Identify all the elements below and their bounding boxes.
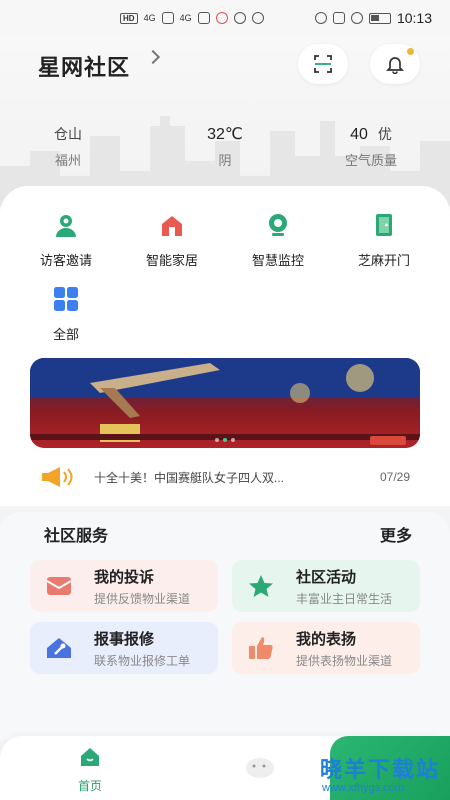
visitor-icon — [49, 208, 83, 242]
weather-condition: 阴 — [218, 153, 232, 168]
district-label: 仓山 — [54, 126, 82, 142]
notification-button[interactable] — [370, 44, 420, 84]
sheep-icon — [246, 758, 274, 778]
open-door-button[interactable]: 芝麻开门 — [336, 208, 432, 269]
status-right: 10:13 — [314, 10, 432, 26]
service-repair[interactable]: 报事报修 联系物业报修工单 — [30, 622, 218, 674]
signal-4g-label: 4G — [143, 13, 156, 23]
star-icon — [246, 572, 276, 600]
service-complaint-title: 我的投诉 — [94, 569, 155, 586]
visitor-invite-button[interactable]: 访客邀请 — [18, 208, 114, 269]
wifi-icon — [197, 12, 210, 24]
services-title: 社区服务 — [44, 528, 109, 545]
megaphone-icon — [42, 467, 73, 487]
banner-dot[interactable] — [231, 438, 235, 442]
home-icon — [155, 208, 189, 242]
service-repair-title: 报事报修 — [94, 631, 155, 648]
service-repair-subtitle: 联系物业报修工单 — [94, 654, 191, 668]
open-door-label: 芝麻开门 — [357, 253, 410, 268]
repair-icon — [44, 634, 74, 662]
main-card: 访客邀请 智能家居 智慧监控 芝麻开门 全部 十全十美！中国赛艇队女子四人双..… — [0, 186, 450, 506]
service-praise-subtitle: 提供表扬物业渠道 — [296, 654, 393, 668]
smart-monitor-button[interactable]: 智慧监控 — [230, 208, 326, 269]
eye-icon — [314, 12, 327, 24]
service-activity-title: 社区活动 — [296, 569, 357, 586]
notice-text: 十全十美！中国赛艇队女子四人双... — [94, 470, 285, 485]
home-nav-icon — [81, 748, 99, 766]
service-praise[interactable]: 我的表扬 提供表扬物业渠道 — [232, 622, 420, 674]
clock: 10:13 — [396, 10, 432, 26]
temperature-value: 32℃ — [207, 126, 243, 143]
banner-dot-active[interactable] — [223, 438, 227, 442]
nav-home[interactable]: 首页 — [70, 746, 110, 794]
nav-center-icon[interactable] — [240, 748, 300, 792]
watermark-text: 晓羊下载站 — [320, 757, 441, 782]
bell-icon — [385, 57, 405, 74]
scan-button[interactable] — [298, 44, 348, 84]
door-icon — [367, 208, 401, 242]
weather-location: 仓山 福州 — [48, 124, 88, 169]
hd-badge: HD — [120, 12, 138, 24]
camera-icon — [261, 208, 295, 242]
thumbs-up-icon — [246, 634, 276, 662]
all-services-button[interactable]: 全部 — [18, 282, 114, 343]
wechat-icon — [233, 12, 246, 24]
banner-illustration — [30, 358, 420, 445]
service-activity[interactable]: 社区活动 丰富业主日常生活 — [232, 560, 420, 612]
weather-temp: 32℃ 阴 — [195, 124, 255, 169]
banner-pagination — [215, 438, 235, 442]
weather-aqi: 40 优 空气质量 — [336, 124, 406, 169]
banner-dot[interactable] — [215, 438, 219, 442]
service-activity-subtitle: 丰富业主日常生活 — [296, 592, 393, 606]
complaint-icon — [44, 572, 74, 600]
community-services: 社区服务 更多 我的投诉 提供反馈物业渠道 社区活动 丰富业主日常生活 报事报修… — [0, 512, 450, 740]
aqi-label: 空气质量 — [344, 153, 397, 168]
aqi-level: 优 — [377, 126, 392, 142]
nfc-icon — [332, 12, 345, 24]
notification-dot — [407, 48, 414, 55]
watermark-url: www.xfhygs.com — [322, 782, 404, 794]
signal-icon — [161, 12, 174, 24]
scan-icon — [314, 55, 332, 73]
service-praise-title: 我的表扬 — [296, 631, 357, 648]
smart-home-label: 智能家居 — [145, 253, 198, 268]
nav-home-label: 首页 — [77, 779, 102, 793]
community-title[interactable]: 星网社区 — [38, 50, 130, 82]
all-services-label: 全部 — [52, 327, 79, 342]
smart-home-button[interactable]: 智能家居 — [124, 208, 220, 269]
city-label: 福州 — [54, 153, 81, 168]
alarm-icon — [350, 12, 363, 24]
notice-bar[interactable]: 十全十美！中国赛艇队女子四人双... 07/29 — [40, 462, 410, 492]
visitor-invite-label: 访客邀请 — [39, 253, 92, 268]
service-complaint[interactable]: 我的投诉 提供反馈物业渠道 — [30, 560, 218, 612]
chevron-right-icon[interactable] — [145, 49, 161, 65]
status-left: HD 4G 4G — [120, 12, 264, 24]
signal-4g-label-2: 4G — [179, 13, 192, 23]
status-bar: HD 4G 4G 10:13 — [0, 0, 450, 36]
promo-banner[interactable] — [30, 358, 420, 448]
smart-monitor-label: 智慧监控 — [251, 253, 304, 268]
app-icon — [251, 12, 264, 24]
service-complaint-subtitle: 提供反馈物业渠道 — [94, 592, 191, 606]
services-more-link[interactable]: 更多 — [380, 522, 412, 546]
battery-icon — [368, 12, 391, 24]
grid-icon — [49, 282, 83, 316]
notice-date: 07/29 — [379, 470, 410, 484]
aqi-value: 40 — [350, 126, 368, 143]
notification-icon — [215, 12, 228, 24]
